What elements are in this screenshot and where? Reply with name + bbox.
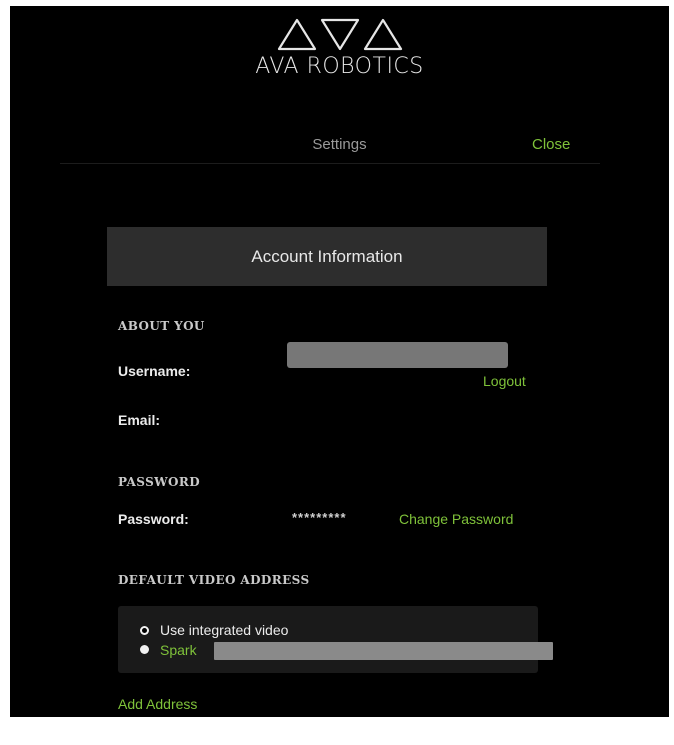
logout-link[interactable]: Logout bbox=[483, 373, 526, 389]
video-address-list: Use integrated video Spark bbox=[118, 606, 553, 673]
brand-name: AVA ROBOTICS bbox=[255, 54, 424, 79]
settings-window: AVA ROBOTICS Settings Close Account Info… bbox=[10, 6, 669, 717]
account-information-header: Account Information bbox=[107, 227, 547, 286]
radio-spark[interactable] bbox=[140, 645, 149, 654]
header-divider bbox=[60, 163, 600, 164]
integrated-video-label[interactable]: Use integrated video bbox=[160, 622, 288, 638]
change-password-link[interactable]: Change Password bbox=[399, 511, 513, 527]
username-label: Username: bbox=[118, 363, 191, 379]
spark-address-redacted bbox=[214, 642, 553, 660]
add-address-link[interactable]: Add Address bbox=[118, 696, 197, 712]
password-label: Password: bbox=[118, 511, 189, 527]
default-video-address-heading: DEFAULT VIDEO ADDRESS bbox=[118, 573, 310, 587]
about-you-heading: ABOUT YOU bbox=[118, 319, 205, 333]
radio-integrated-video[interactable] bbox=[140, 626, 149, 635]
ava-logo-icon bbox=[277, 18, 402, 51]
email-label: Email: bbox=[118, 412, 161, 428]
password-heading: PASSWORD bbox=[118, 475, 201, 489]
username-value-redacted bbox=[287, 342, 508, 368]
password-mask: ********* bbox=[292, 510, 347, 525]
brand-logo: AVA ROBOTICS bbox=[10, 16, 669, 79]
close-button[interactable]: Close bbox=[532, 136, 570, 153]
spark-label[interactable]: Spark bbox=[160, 642, 197, 658]
